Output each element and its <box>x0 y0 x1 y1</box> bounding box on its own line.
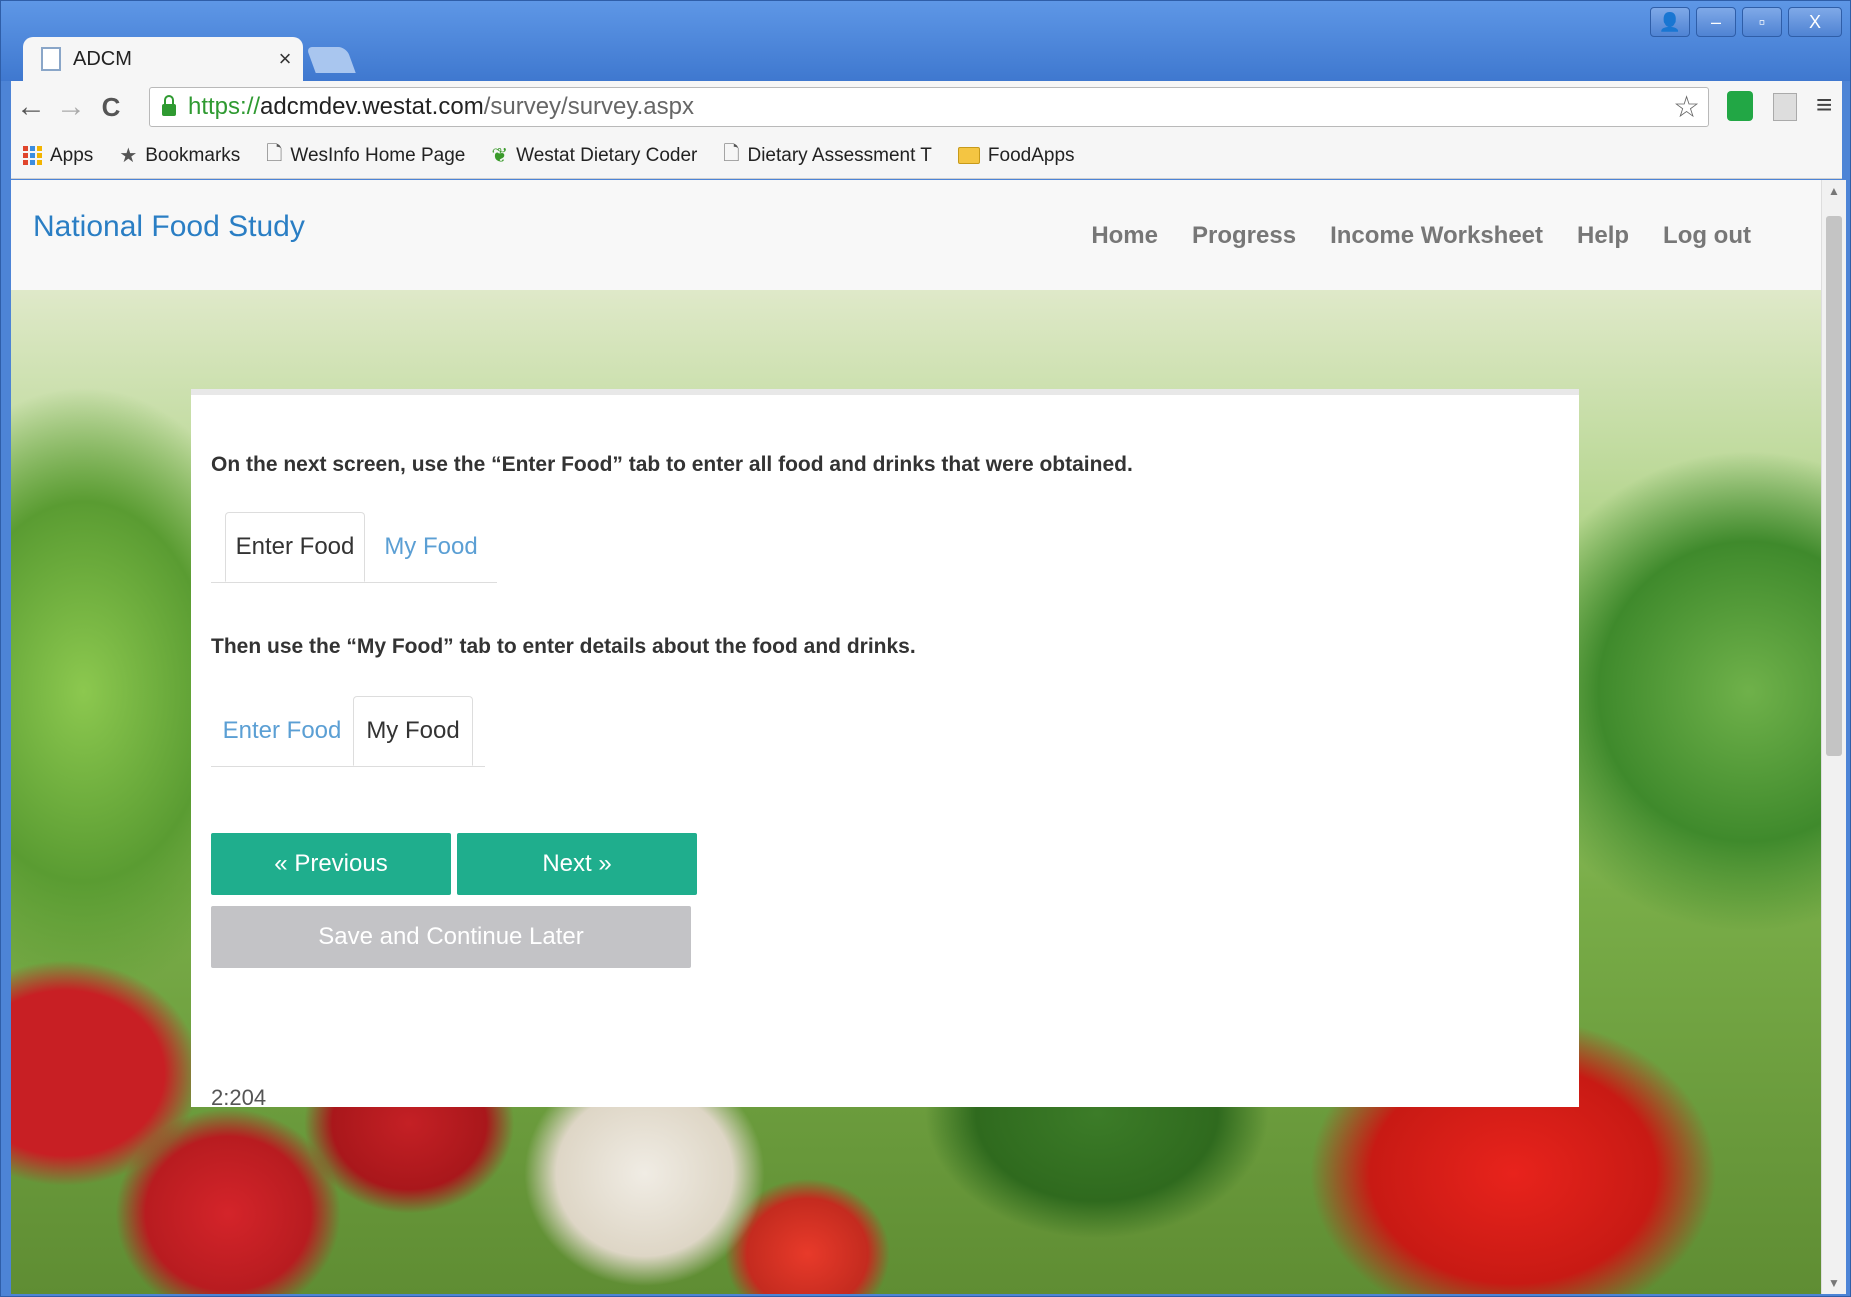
nav-income-worksheet[interactable]: Income Worksheet <box>1330 222 1543 250</box>
save-continue-later-button[interactable]: Save and Continue Later <box>211 906 691 968</box>
lock-icon <box>162 95 176 116</box>
nav-home[interactable]: Home <box>1091 222 1158 250</box>
page-icon: 🗋 <box>723 142 740 165</box>
bookmark-dietary-coder[interactable]: ❦ Westat Dietary Coder <box>491 143 697 168</box>
vertical-scrollbar[interactable]: ▲ ▼ <box>1821 180 1846 1294</box>
previous-button[interactable]: « Previous <box>211 833 451 895</box>
bookmark-dietary-assessment[interactable]: 🗋 Dietary Assessment T <box>723 139 932 173</box>
bookmark-apps[interactable]: Apps <box>23 145 93 167</box>
reload-icon[interactable]: C <box>91 87 131 127</box>
back-arrow-icon[interactable]: ← <box>11 87 51 127</box>
browser-toolbar: ← → C https://adcmdev.westat.com/survey/… <box>11 81 1842 133</box>
tabs-example-enter-food: Enter Food My Food <box>211 512 497 583</box>
screen-code: 2:204 <box>211 1085 267 1110</box>
nav-progress[interactable]: Progress <box>1192 222 1296 250</box>
bookmark-foodapps[interactable]: FoodApps <box>957 145 1075 167</box>
instruction-enter-food: On the next screen, use the “Enter Food”… <box>211 453 1133 476</box>
tabs-example-my-food: Enter Food My Food <box>211 696 485 767</box>
page-icon: 🗋 <box>266 142 283 165</box>
folder-icon <box>957 147 980 164</box>
menu-icon[interactable]: ≡ <box>1816 89 1832 121</box>
star-icon: ★ <box>119 145 138 167</box>
page-viewport: National Food Study Home Progress Income… <box>11 180 1821 1294</box>
tab-spacer <box>473 696 485 766</box>
browser-window: ADCM × 👤 – ▫ X ← → C https://adcmdev.wes… <box>0 0 1851 1297</box>
window-controls: 👤 – ▫ X <box>1650 7 1842 37</box>
site-brand[interactable]: National Food Study <box>33 210 305 244</box>
browser-tab[interactable]: ADCM × <box>23 37 303 81</box>
apps-grid-icon <box>23 146 42 165</box>
address-bar[interactable]: https://adcmdev.westat.com/survey/survey… <box>149 87 1709 127</box>
vegetable-background-image: On the next screen, use the “Enter Food”… <box>11 290 1821 1294</box>
tab-enter-food-example-2: Enter Food <box>222 716 342 744</box>
tab-my-food-example: My Food <box>384 532 478 560</box>
site-nav-links: Home Progress Income Worksheet Help Log … <box>1091 222 1751 250</box>
close-tab-icon[interactable]: × <box>267 46 303 72</box>
title-bar: ADCM × 👤 – ▫ X <box>1 1 1850 81</box>
tab-title: ADCM <box>73 47 132 70</box>
extension-icon[interactable] <box>1727 91 1753 121</box>
new-tab-button[interactable] <box>306 47 356 73</box>
bookmark-star-icon[interactable]: ☆ <box>1673 90 1700 125</box>
nav-help[interactable]: Help <box>1577 222 1629 250</box>
site-navbar: National Food Study Home Progress Income… <box>11 180 1821 290</box>
extension-icon-2[interactable] <box>1773 93 1797 121</box>
bookmark-wesinfo[interactable]: 🗋 WesInfo Home Page <box>266 139 465 173</box>
tab-enter-food-example: Enter Food <box>225 512 365 582</box>
scroll-up-icon[interactable]: ▲ <box>1822 184 1846 198</box>
nav-logout[interactable]: Log out <box>1663 222 1751 250</box>
bookmark-bookmarks[interactable]: ★ Bookmarks <box>119 143 240 168</box>
close-window-button[interactable]: X <box>1788 7 1842 37</box>
user-icon[interactable]: 👤 <box>1650 7 1690 37</box>
survey-card: On the next screen, use the “Enter Food”… <box>191 389 1579 1110</box>
next-button[interactable]: Next » <box>457 833 697 895</box>
bookmarks-bar: Apps ★ Bookmarks 🗋 WesInfo Home Page ❦ West… <box>11 133 1842 179</box>
maximize-button[interactable]: ▫ <box>1742 7 1782 37</box>
minimize-button[interactable]: – <box>1696 7 1736 37</box>
scroll-down-icon[interactable]: ▼ <box>1822 1276 1846 1290</box>
page-icon <box>41 47 61 71</box>
scrollbar-thumb[interactable] <box>1826 216 1842 756</box>
tab-my-food-example-2: My Food <box>353 696 473 766</box>
url-text: https://adcmdev.westat.com/survey/survey… <box>188 93 694 120</box>
leaf-icon: ❦ <box>491 145 509 167</box>
forward-arrow-icon[interactable]: → <box>51 87 91 127</box>
instruction-my-food: Then use the “My Food” tab to enter deta… <box>211 635 916 658</box>
